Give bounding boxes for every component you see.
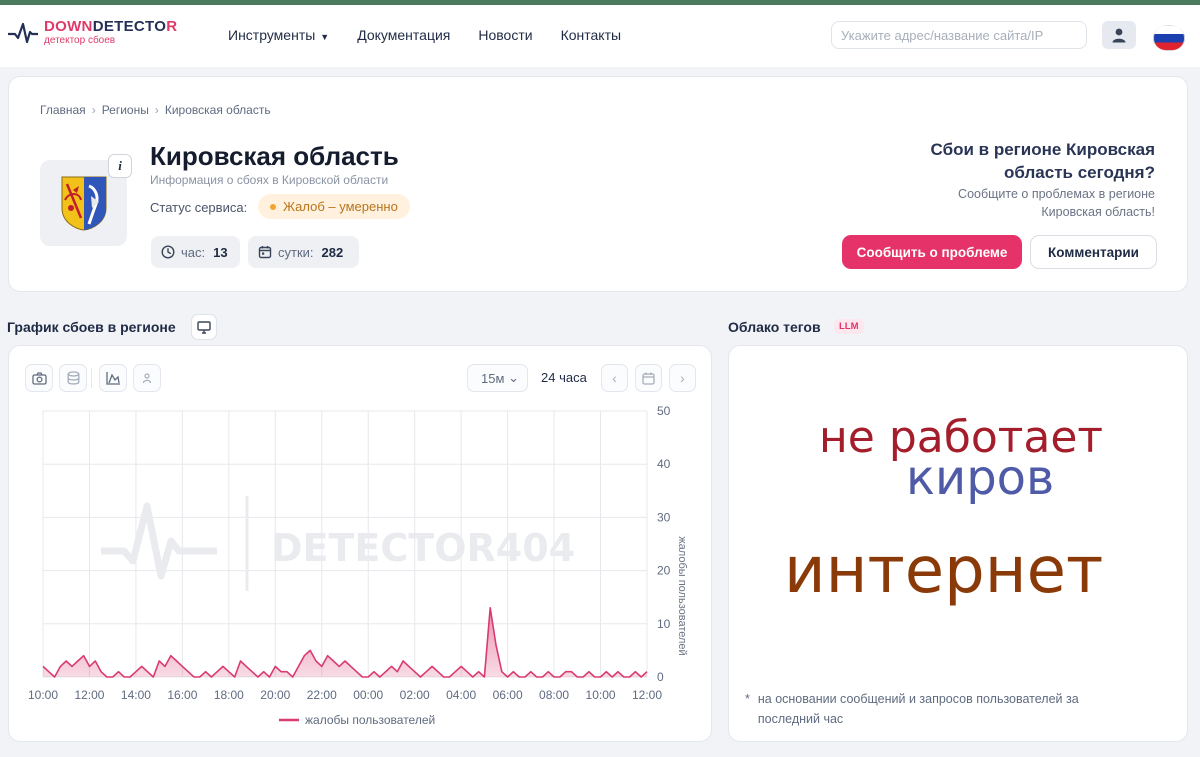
footnote-mark: * xyxy=(745,692,750,706)
y-tick-label: 10 xyxy=(657,617,671,631)
logo-part-down: DOWN xyxy=(44,18,93,35)
russia-flag-icon[interactable] xyxy=(1153,25,1185,51)
x-tick-label: 14:00 xyxy=(121,688,151,702)
x-tick-label: 20:00 xyxy=(260,688,290,702)
comments-button[interactable]: Комментарии xyxy=(1030,235,1157,269)
series-area xyxy=(43,607,647,677)
watermark-text: DETECTOR404 xyxy=(271,526,575,570)
status-dot-icon xyxy=(270,203,276,210)
nav-item-docs[interactable]: Документация xyxy=(357,27,450,43)
tag-cloud-card: не работает киров интернет * на основани… xyxy=(728,345,1188,742)
y-tick-label: 50 xyxy=(657,404,671,418)
chart-card: 15м ⌄ 24 часа ‹ › DETECTOR404 10:00 12:00… xyxy=(8,345,712,742)
y-tick-label: 30 xyxy=(657,510,671,524)
y-tick-label: 20 xyxy=(657,564,671,578)
x-tick-label: 06:00 xyxy=(493,688,523,702)
x-tick-label: 22:00 xyxy=(307,688,337,702)
x-tick-label: 08:00 xyxy=(539,688,569,702)
user-icon xyxy=(1112,28,1126,43)
logo-title: DOWNDETECTOR xyxy=(44,19,177,34)
search-input[interactable] xyxy=(831,21,1087,49)
logo-pulse-icon xyxy=(8,22,38,43)
y-axis: 0 10 20 30 40 50 xyxy=(657,404,671,684)
x-tick-label: 10:00 xyxy=(28,688,58,702)
info-icon[interactable]: i xyxy=(108,154,132,178)
legend-label: жалобы пользователей xyxy=(305,713,435,727)
x-tick-label: 12:00 xyxy=(632,688,662,702)
y-axis-label: жалобы пользователей xyxy=(676,536,688,655)
monitor-icon xyxy=(197,320,211,334)
coat-of-arms-icon xyxy=(61,176,106,231)
stat-hour-value: 13 xyxy=(213,244,228,260)
x-axis: 10:00 12:00 14:00 16:00 18:00 20:00 22:00 00:00… xyxy=(28,688,662,702)
cta-title: Сбои в регионе Кировская область сегодня… xyxy=(930,140,1155,182)
region-info-card: Главная › Регионы › Кировская область i … xyxy=(8,76,1188,292)
status-value: Жалоб – умеренно xyxy=(283,199,398,214)
site-header: DOWNDETECTOR детектор сбоев Инструменты ▼… xyxy=(0,5,1200,67)
nav-item-news[interactable]: Новости xyxy=(478,27,532,43)
breadcrumb-regions[interactable]: Регионы xyxy=(102,103,149,117)
nav-item-tools[interactable]: Инструменты ▼ xyxy=(228,27,329,43)
status-label: Статус сервиса: xyxy=(150,200,248,215)
nav-item-contacts[interactable]: Контакты xyxy=(561,27,621,43)
caret-down-icon: ▼ xyxy=(320,32,330,42)
stat-day-label: сутки: xyxy=(278,244,314,260)
chart-watermark: DETECTOR404 xyxy=(101,496,575,591)
breadcrumb-separator-icon: › xyxy=(154,103,159,117)
stat-hour: час: 13 xyxy=(151,236,240,268)
chart-series xyxy=(42,607,648,678)
logo-subtitle: детектор сбоев xyxy=(44,35,116,46)
stat-hour-label: час: xyxy=(181,244,206,260)
footnote-text: на основании сообщений и запросов пользо… xyxy=(757,692,1079,726)
x-tick-label: 18:00 xyxy=(214,688,244,702)
chart-section-title: График сбоев в регионе xyxy=(7,319,176,335)
chart-legend[interactable]: жалобы пользователей xyxy=(279,713,435,727)
x-tick-label: 04:00 xyxy=(446,688,476,702)
x-tick-label: 02:00 xyxy=(400,688,430,702)
main-nav: Инструменты ▼ Документация Новости Контак… xyxy=(228,27,621,43)
logo-part-detector: DETECTO xyxy=(92,18,167,35)
breadcrumb-home[interactable]: Главная xyxy=(40,103,86,117)
calendar-icon xyxy=(258,246,272,259)
logo[interactable]: DOWNDETECTOR детектор сбоев xyxy=(8,19,177,46)
cloud-section-title: Облако тегов xyxy=(728,319,821,335)
llm-badge: LLM xyxy=(834,319,864,334)
x-tick-label: 16:00 xyxy=(167,688,197,702)
cta-text: Сообщите о проблемах в регионе Кировская… xyxy=(958,187,1155,220)
tag-cloud-item[interactable]: киров xyxy=(906,454,1054,502)
page-title: Кировская область xyxy=(150,141,399,171)
logo-text: DOWNDETECTOR детектор сбоев xyxy=(44,19,177,46)
x-tick-label: 10:00 xyxy=(586,688,616,702)
logo-part-r: R xyxy=(166,18,178,35)
x-tick-label: 12:00 xyxy=(74,688,104,702)
tag-cloud-item[interactable]: интернет xyxy=(784,539,1103,603)
tag-cloud-footnote: * на основании сообщений и запросов поль… xyxy=(745,689,1125,729)
report-problem-button[interactable]: Сообщить о проблеме xyxy=(842,235,1022,269)
status-badge: Жалоб – умеренно xyxy=(258,194,410,219)
breadcrumb-separator-icon: › xyxy=(91,103,96,117)
y-tick-label: 0 xyxy=(657,670,664,684)
y-tick-label: 40 xyxy=(657,457,671,471)
page-subtitle: Информация о сбоях в Кировской области xyxy=(150,173,389,187)
screen-button[interactable] xyxy=(191,314,217,340)
nav-label: Инструменты xyxy=(228,27,316,43)
clock-icon xyxy=(161,245,175,259)
outage-chart[interactable]: DETECTOR404 10:00 12:00 14:00 16:00 18:00 20:… xyxy=(9,346,713,743)
user-button[interactable] xyxy=(1102,21,1136,49)
stat-day-value: 282 xyxy=(321,244,344,260)
breadcrumb: Главная › Регионы › Кировская область xyxy=(40,103,271,117)
breadcrumb-current: Кировская область xyxy=(164,103,271,117)
x-tick-label: 00:00 xyxy=(353,688,383,702)
stat-day: сутки: 282 xyxy=(248,236,359,268)
